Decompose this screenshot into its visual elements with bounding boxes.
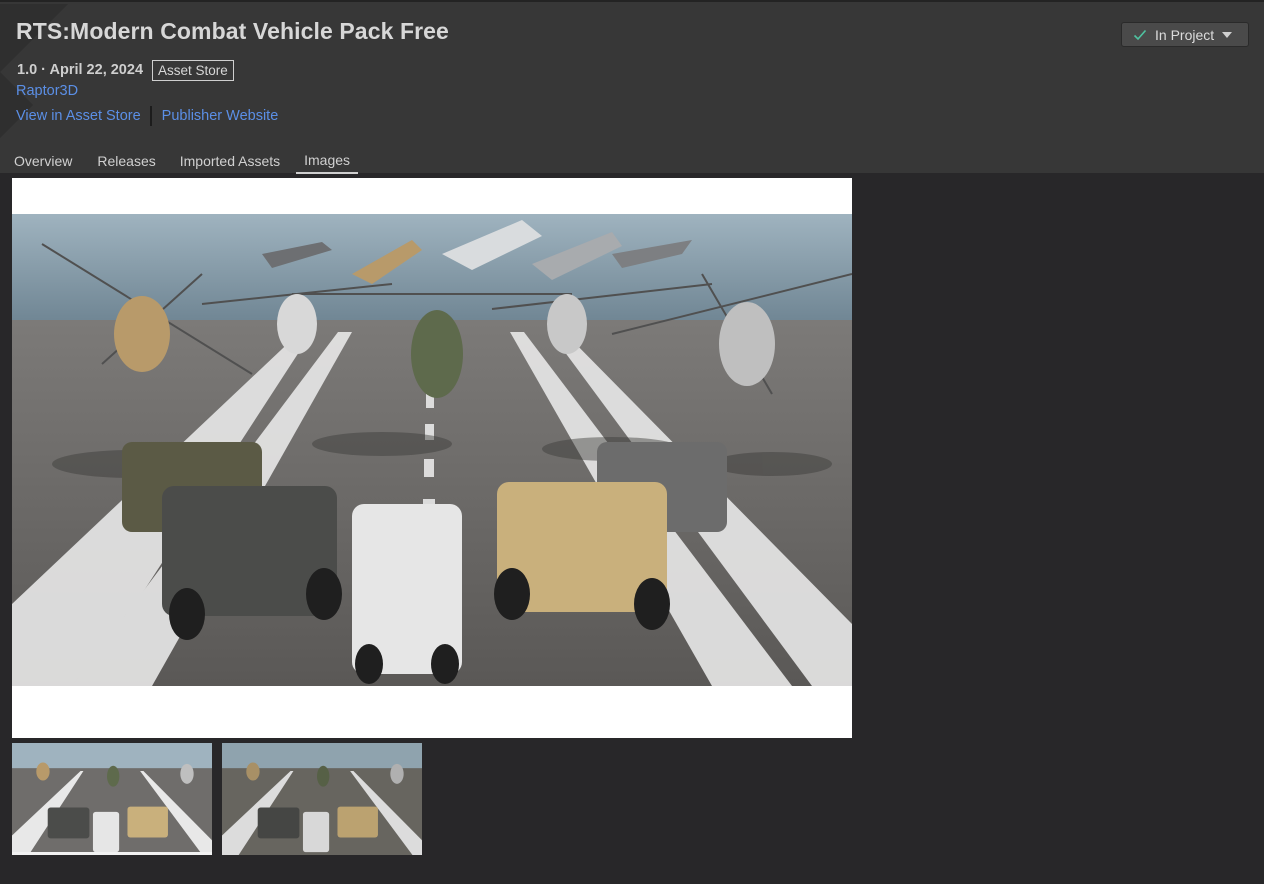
thumbnail-illustration (222, 743, 422, 855)
checkmark-icon (1133, 29, 1147, 40)
tab-images[interactable]: Images (296, 147, 359, 174)
corner-decoration (0, 72, 33, 138)
publisher-link[interactable]: Raptor3D (16, 83, 78, 99)
tab-imported-assets[interactable]: Imported Assets (172, 147, 288, 174)
tab-releases[interactable]: Releases (89, 147, 163, 174)
package-meta: 1.0 · April 22, 2024 Asset Store (17, 59, 234, 81)
gallery-thumbnail[interactable] (222, 743, 422, 855)
in-project-label: In Project (1155, 26, 1215, 43)
link-separator (149, 106, 152, 126)
in-project-button[interactable]: In Project (1121, 22, 1249, 47)
main-preview-image[interactable] (12, 178, 852, 738)
version-date: 1.0 · April 22, 2024 (17, 62, 144, 78)
detail-tabs: Overview Releases Imported Assets Images (0, 147, 366, 175)
tab-overview[interactable]: Overview (0, 147, 80, 174)
package-header: RTS:Modern Combat Vehicle Pack Free 1.0 … (0, 0, 1264, 175)
vehicle-scene-illustration (12, 214, 852, 686)
thumbnail-illustration (12, 743, 212, 852)
publisher-website-link[interactable]: Publisher Website (162, 108, 279, 124)
view-in-asset-store-link[interactable]: View in Asset Store (16, 108, 141, 124)
gallery-thumbnail[interactable] (12, 743, 212, 855)
source-badge: Asset Store (152, 59, 234, 81)
caret-down-icon (1222, 31, 1233, 38)
package-links: View in Asset Store Publisher Website (16, 106, 278, 126)
package-title: RTS:Modern Combat Vehicle Pack Free (16, 18, 449, 44)
